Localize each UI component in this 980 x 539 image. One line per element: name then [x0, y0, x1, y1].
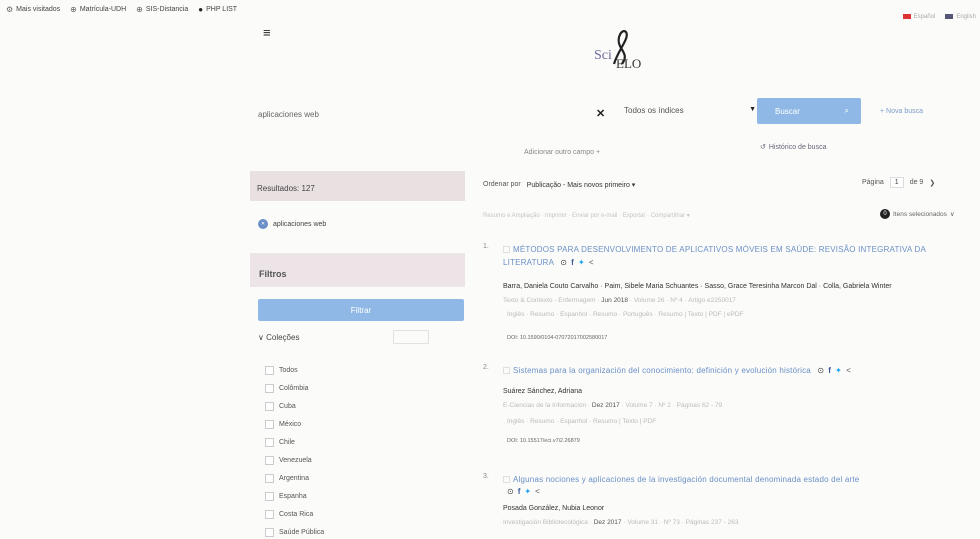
- search-history-link[interactable]: ↺ Histórico de busca: [760, 143, 826, 152]
- result-title[interactable]: Algunas nociones y aplicaciones de la in…: [503, 473, 973, 486]
- result-item: 1. MÉTODOS PARA DESENVOLVIMENTO DE APLIC…: [483, 243, 973, 353]
- collections-list: Todos Colômbia Cuba México Chile Venezue…: [265, 361, 435, 539]
- selected-count-badge: 0: [880, 209, 890, 219]
- result-title[interactable]: Sistemas para la organización del conoci…: [503, 364, 973, 377]
- checkbox[interactable]: [265, 419, 274, 429]
- pagination: Página 1 de 9 ❯: [862, 177, 936, 188]
- collections-toggle[interactable]: ∨ Coleções: [258, 333, 299, 342]
- select-checkbox[interactable]: [503, 476, 510, 484]
- result-source: E-Ciencias de la Información · Dez 2017 …: [503, 402, 723, 409]
- remove-query-icon[interactable]: ✕: [258, 219, 268, 229]
- magnifier-icon: ⌕: [844, 106, 849, 115]
- result-doi[interactable]: DOI: 10.15517/eci.v7i2.26879: [507, 438, 580, 444]
- caret-down-icon: ▼: [749, 106, 756, 113]
- checkbox[interactable]: [265, 509, 274, 519]
- collection-item[interactable]: Venezuela: [265, 451, 435, 469]
- result-authors[interactable]: Posada González, Nubia Leonor: [503, 505, 604, 512]
- globe-icon: ⊕: [70, 4, 77, 14]
- result-item: 3. Algunas nociones y aplicaciones de la…: [483, 473, 973, 533]
- facebook-icon[interactable]: f: [828, 364, 831, 377]
- index-select[interactable]: Todos os índices ▼: [624, 106, 756, 115]
- share-icon[interactable]: <: [589, 256, 594, 269]
- facebook-icon[interactable]: f: [571, 256, 574, 269]
- twitter-icon[interactable]: ✦: [835, 364, 842, 377]
- twitter-icon[interactable]: ✦: [578, 256, 585, 269]
- menu-icon[interactable]: ≡: [263, 26, 275, 39]
- results-toolbar[interactable]: Resumo e Ampliação · Imprimir · Enviar p…: [483, 212, 690, 219]
- checkbox[interactable]: [265, 527, 274, 537]
- result-authors[interactable]: Barra, Daniela Couto Carvalho · Paim, Si…: [503, 283, 892, 290]
- bookmark-sis-distancia[interactable]: ⊕ SIS-Distancia: [136, 5, 188, 14]
- checkbox[interactable]: [265, 473, 274, 483]
- collection-item[interactable]: Costa Rica: [265, 505, 435, 523]
- result-languages[interactable]: Inglês · Resumo · Espanhol · Resumo · Po…: [507, 311, 744, 318]
- history-icon: ↺: [760, 144, 766, 151]
- result-actions: ⊙ f ✦ <: [507, 487, 540, 496]
- share-icon[interactable]: <: [535, 487, 540, 496]
- collection-item[interactable]: Chile: [265, 433, 435, 451]
- twitter-icon[interactable]: ✦: [524, 487, 531, 496]
- facebook-icon[interactable]: f: [518, 487, 521, 496]
- result-source: Texto & Contexto - Enfermagem · Jun 2018…: [503, 297, 736, 304]
- checkbox[interactable]: [265, 383, 274, 393]
- active-query-chip[interactable]: ✕ aplicaciones web: [258, 219, 326, 229]
- sort-control: Ordenar por Publicação - Mais novos prim…: [483, 181, 636, 189]
- result-source: Investigación Bibliotecológica · Dez 201…: [503, 519, 739, 526]
- share-icon[interactable]: <: [846, 364, 851, 377]
- collection-item[interactable]: Argentina: [265, 469, 435, 487]
- add-field-link[interactable]: Adicionar outro campo +: [524, 149, 600, 156]
- globe-icon: ⊕: [136, 4, 143, 14]
- sort-select[interactable]: Publicação - Mais novos primeiro ▾: [527, 181, 636, 189]
- bookmarks-bar: ⚙ Mais visitados ⊕ Matrícula-UDH ⊕ SIS-D…: [0, 0, 980, 18]
- select-checkbox[interactable]: [503, 367, 510, 375]
- cite-icon[interactable]: ⊙: [560, 256, 567, 269]
- checkbox[interactable]: [265, 455, 274, 465]
- page-input[interactable]: 1: [889, 177, 904, 188]
- collection-item[interactable]: Espanha: [265, 487, 435, 505]
- checkbox[interactable]: [265, 401, 274, 411]
- collection-item[interactable]: Cuba: [265, 397, 435, 415]
- result-item: 2. Sistemas para la organización del con…: [483, 364, 973, 454]
- gear-icon: ⚙: [6, 4, 14, 14]
- language-en[interactable]: English: [945, 14, 976, 20]
- selected-items[interactable]: 0 Itens selecionados ∨: [880, 209, 955, 219]
- checkbox[interactable]: [265, 491, 274, 501]
- result-doi[interactable]: DOI: 10.1590/0104-07072017002580017: [507, 335, 607, 341]
- clear-search-icon[interactable]: ✕: [596, 107, 605, 120]
- search-button[interactable]: Buscar ⌕: [757, 98, 861, 124]
- bookmark-php-list[interactable]: ● PHP LIST: [198, 5, 237, 14]
- chevron-down-icon: ∨: [949, 211, 955, 218]
- results-count-panel: Resultados: 127: [250, 171, 465, 201]
- language-switcher: Español English: [902, 14, 976, 20]
- language-es[interactable]: Español: [902, 14, 935, 20]
- bookmark-matricula[interactable]: ⊕ Matrícula-UDH: [70, 5, 126, 14]
- cite-icon[interactable]: ⊙: [507, 487, 514, 496]
- flag-en-icon: [945, 14, 954, 19]
- flag-es-icon: [902, 14, 911, 19]
- collections-chart-button[interactable]: [393, 330, 429, 344]
- search-input[interactable]: [258, 106, 588, 122]
- bookmark-most-visited[interactable]: ⚙ Mais visitados: [6, 5, 60, 14]
- result-actions: ⊙ f ✦ <: [560, 256, 594, 269]
- checkbox[interactable]: [265, 437, 274, 447]
- result-title[interactable]: MÉTODOS PARA DESENVOLVIMENTO DE APLICATI…: [503, 243, 973, 269]
- new-search-link[interactable]: + Nova busca: [880, 108, 923, 115]
- chevron-down-icon: ∨: [258, 333, 264, 342]
- collection-item[interactable]: México: [265, 415, 435, 433]
- collection-item[interactable]: Saúde Pública: [265, 523, 435, 539]
- result-actions: ⊙ f ✦ <: [817, 364, 851, 377]
- filter-button[interactable]: Filtrar: [258, 299, 464, 321]
- collection-item[interactable]: Todos: [265, 361, 435, 379]
- result-languages[interactable]: Inglês · Resumo · Espanhol · Resumo | Te…: [507, 418, 656, 425]
- cite-icon[interactable]: ⊙: [817, 364, 824, 377]
- result-authors[interactable]: Suárez Sánchez, Adriana: [503, 388, 582, 395]
- scielo-logo[interactable]: Sci ELO: [592, 30, 662, 74]
- next-page-icon[interactable]: ❯: [929, 179, 935, 187]
- checkbox[interactable]: [265, 365, 274, 375]
- filters-panel-title: Filtros: [250, 253, 465, 287]
- select-checkbox[interactable]: [503, 246, 510, 254]
- php-icon: ●: [198, 4, 204, 14]
- collection-item[interactable]: Colômbia: [265, 379, 435, 397]
